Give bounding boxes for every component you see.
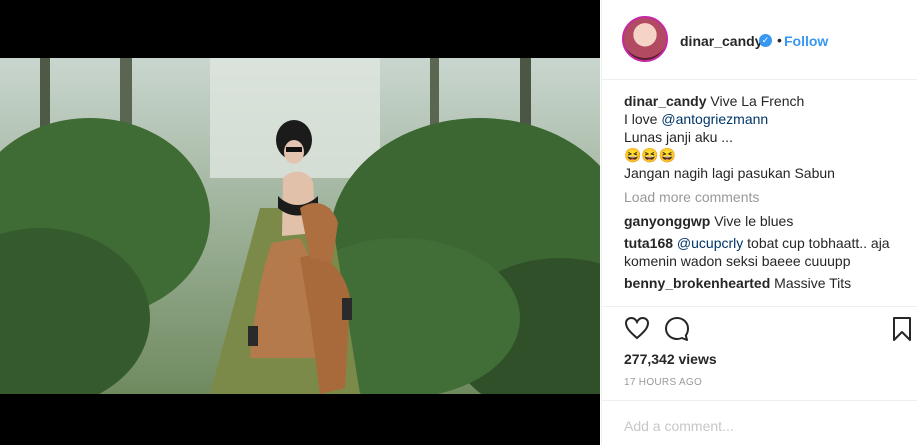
comment-author[interactable]: ganyonggwp [624,213,710,229]
video-player[interactable] [0,0,600,445]
caption-line-1: Vive La French [710,93,805,109]
comment-text: Massive Tits [774,275,852,291]
caption-line-3: Lunas janji aku ... [624,129,733,145]
comment-item: tuta168 @ucupcrly tobat cup tobhaatt.. a… [624,234,904,270]
username-link[interactable]: dinar_candy [680,33,762,49]
actions-divider [602,306,917,307]
post-timestamp[interactable]: 17 HOURS AGO [624,377,702,388]
post-header: dinar_candy ✓ • Follow [602,0,917,80]
add-comment-input[interactable]: Add a comment... [624,418,734,434]
comment-author[interactable]: benny_brokenhearted [624,275,770,291]
caption-emoji: 😆😆😆 [624,147,677,163]
separator-dot: • [777,32,782,48]
bookmark-icon[interactable] [892,316,912,347]
add-comment-bar: Add a comment... [602,400,917,445]
view-count[interactable]: 277,342 views [624,351,717,367]
comment-mention[interactable]: @ucupcrly [677,235,743,251]
caption-line-2-prefix: I love [624,111,662,127]
comment-icon[interactable] [664,316,690,347]
video-frame[interactable] [0,58,600,394]
caption-line-5: Jangan nagih lagi pasukan Sabun [624,165,835,181]
caption-author[interactable]: dinar_candy [624,93,706,109]
comment-item: benny_brokenhearted Massive Tits [624,274,904,292]
load-more-comments-button[interactable]: Load more comments [624,188,904,206]
post-sidebar: dinar_candy ✓ • Follow dinar_candy Vive … [601,0,917,445]
comment-author[interactable]: tuta168 [624,235,673,251]
video-still-image [0,58,600,394]
follow-button[interactable]: Follow [784,33,828,49]
comment-text: Vive le blues [714,213,794,229]
heart-icon[interactable] [624,316,650,345]
verified-icon: ✓ [759,34,772,47]
caption: dinar_candy Vive La French I love @antog… [624,92,904,182]
avatar[interactable] [622,16,668,62]
comments-list: dinar_candy Vive La French I love @antog… [624,92,904,296]
comment-item: ganyonggwp Vive le blues [624,212,904,230]
caption-mention[interactable]: @antogriezmann [661,111,768,127]
